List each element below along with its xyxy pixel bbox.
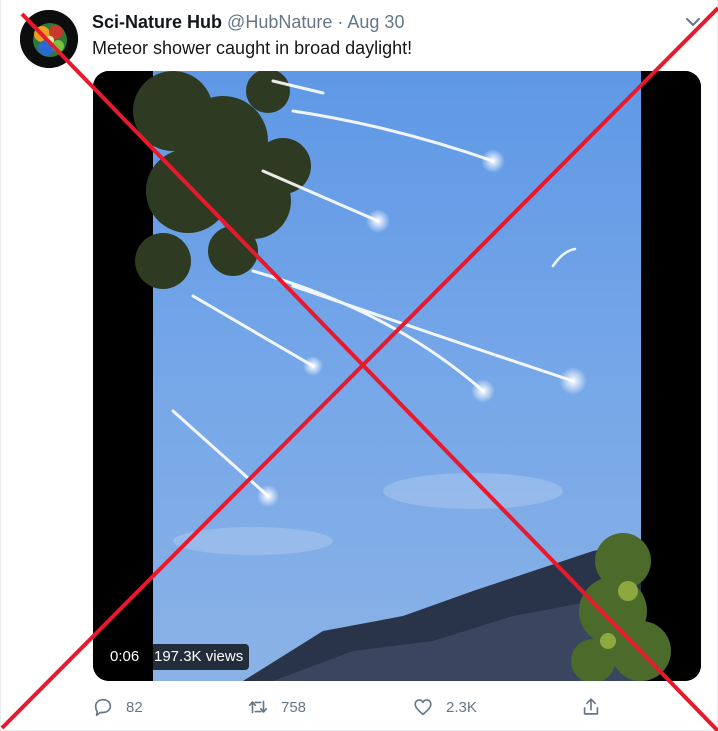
tweet[interactable]: Sci-Nature Hub @HubNature · Aug 30 Meteo… [0, 0, 718, 731]
action-bar: 82 758 2.3K [0, 694, 718, 720]
like-count: 2.3K [446, 698, 477, 716]
divider-left [0, 0, 1, 731]
separator-dot: · [337, 12, 344, 32]
video-duration: 0:06 [104, 644, 146, 670]
like-button[interactable]: 2.3K [412, 694, 477, 720]
heart-icon [412, 696, 434, 718]
video-frame [93, 71, 701, 681]
video-views: 197.3K views [148, 644, 250, 670]
retweet-count: 758 [281, 698, 307, 716]
chevron-down-icon[interactable] [683, 12, 703, 32]
tweet-date[interactable]: Aug 30 [347, 12, 404, 32]
share-icon [580, 696, 602, 718]
tweet-header: Sci-Nature Hub @HubNature · Aug 30 [92, 11, 404, 33]
author-handle[interactable]: @HubNature [227, 12, 332, 32]
retweet-icon [247, 696, 269, 718]
reply-button[interactable]: 82 [92, 694, 143, 720]
share-button[interactable] [580, 694, 602, 720]
author-name[interactable]: Sci-Nature Hub [92, 12, 222, 32]
retweet-button[interactable]: 758 [247, 694, 306, 720]
video-player[interactable]: 0:06 197.3K views [93, 71, 701, 681]
tweet-text: Meteor shower caught in broad daylight! [92, 38, 413, 58]
reply-count: 82 [126, 698, 143, 716]
avatar[interactable] [20, 10, 78, 68]
reply-icon [92, 696, 114, 718]
